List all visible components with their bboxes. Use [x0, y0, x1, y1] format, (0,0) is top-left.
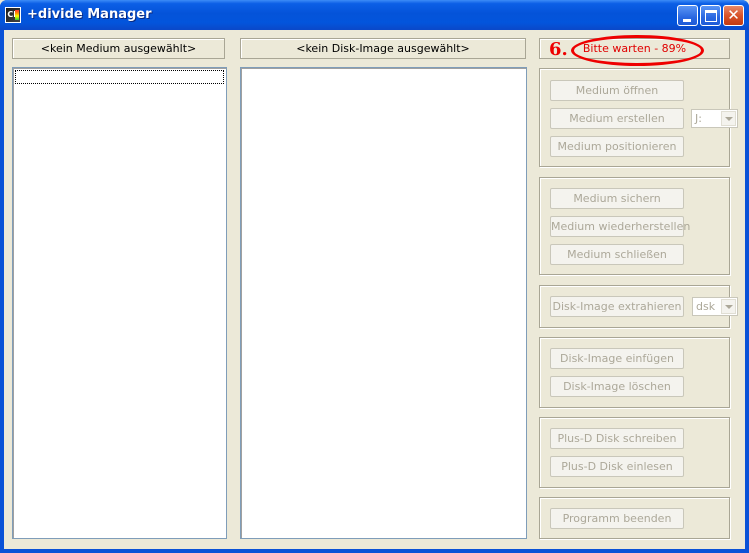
- client-area: <kein Medium ausgewählt> <kein Disk-Imag…: [4, 30, 745, 549]
- medium-sichern-button[interactable]: Medium sichern: [550, 188, 684, 209]
- disk-image-list[interactable]: [240, 67, 527, 539]
- plusd-einlesen-button[interactable]: Plus-D Disk einlesen: [550, 456, 684, 477]
- maximize-icon: [705, 10, 717, 22]
- medium-wiederherstellen-button[interactable]: Medium wiederherstellen: [550, 216, 690, 237]
- programm-beenden-button[interactable]: Programm beenden: [550, 508, 684, 529]
- rainbow-bar-icon: [15, 10, 19, 20]
- medium-oeffnen-button[interactable]: Medium öffnen: [550, 80, 684, 101]
- close-icon: ✕: [727, 6, 740, 24]
- disk-image-extrahieren-button[interactable]: Disk-Image extrahieren: [550, 296, 684, 317]
- medium-list-focus-row[interactable]: [15, 70, 224, 84]
- minimize-button[interactable]: [677, 5, 698, 26]
- chevron-down-icon[interactable]: [721, 299, 736, 314]
- disk-image-einfuegen-button[interactable]: Disk-Image einfügen: [550, 348, 684, 369]
- format-select-value: dsk: [696, 300, 716, 313]
- disk-image-loeschen-button[interactable]: Disk-Image löschen: [550, 376, 684, 397]
- medium-header: <kein Medium ausgewählt>: [12, 38, 225, 59]
- chevron-down-icon[interactable]: [721, 111, 736, 126]
- medium-positionieren-button[interactable]: Medium positionieren: [550, 136, 684, 157]
- maximize-button[interactable]: [700, 5, 721, 26]
- close-button[interactable]: ✕: [723, 5, 744, 26]
- app-icon[interactable]: CF: [5, 7, 21, 23]
- annotation-ellipse: [571, 35, 704, 66]
- medium-schliessen-button[interactable]: Medium schließen: [550, 244, 684, 265]
- medium-erstellen-button[interactable]: Medium erstellen: [550, 108, 684, 129]
- minimize-icon: [683, 19, 691, 22]
- disk-image-header: <kein Disk-Image ausgewählt>: [240, 38, 526, 59]
- app-window: CF +divide Manager ✕ <kein Medium ausgew…: [0, 0, 749, 553]
- annotation-number: 6.: [549, 39, 568, 60]
- title-bar[interactable]: CF +divide Manager ✕: [0, 0, 749, 30]
- plusd-schreiben-button[interactable]: Plus-D Disk schreiben: [550, 428, 684, 449]
- format-select[interactable]: dsk: [692, 297, 738, 316]
- window-title: +divide Manager: [27, 7, 152, 22]
- drive-select[interactable]: J:: [691, 109, 738, 128]
- drive-select-value: J:: [695, 112, 702, 125]
- medium-list[interactable]: [12, 67, 227, 539]
